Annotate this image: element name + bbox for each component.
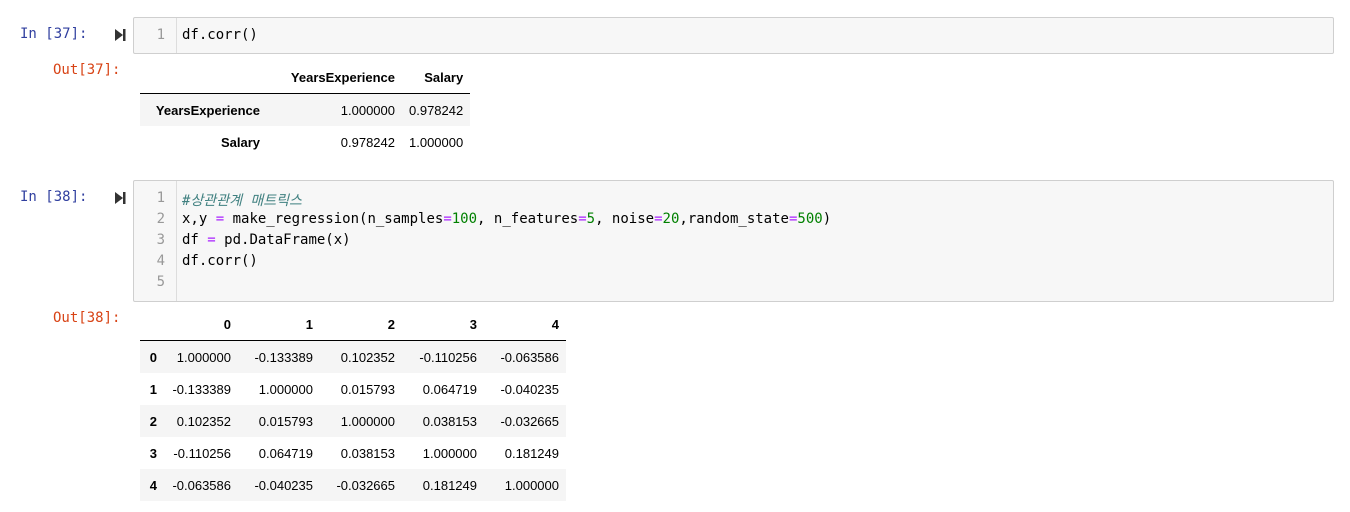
line-number: 3 xyxy=(156,232,165,248)
input-prompt: In [37]: xyxy=(20,26,88,42)
table-row: Salary 0.978242 1.000000 xyxy=(140,126,470,158)
table-cell: 0.102352 xyxy=(340,349,395,365)
line-number: 4 xyxy=(156,253,165,269)
table-cell: 0.181249 xyxy=(422,477,477,493)
line-number: 2 xyxy=(156,211,165,227)
row-label: 4 xyxy=(149,477,157,493)
table-cell: -0.032665 xyxy=(336,477,395,493)
row-label: 0 xyxy=(149,349,157,365)
dataframe-output-table: YearsExperience Salary YearsExperience 1… xyxy=(140,62,471,158)
table-cell: 0.064719 xyxy=(258,445,313,461)
line-number: 1 xyxy=(156,190,165,206)
table-cell: 1.000000 xyxy=(409,134,464,150)
table-cell: 0.038153 xyxy=(340,445,395,461)
table-cell: 0.015793 xyxy=(258,413,313,429)
table-cell: 0.978242 xyxy=(409,102,464,118)
table-cell: 0.978242 xyxy=(340,134,395,150)
table-cell: 0.015793 xyxy=(340,381,395,397)
run-cell-icon[interactable] xyxy=(113,191,127,205)
output-prompt: Out[37]: xyxy=(53,62,121,78)
table-cell: 1.000000 xyxy=(504,477,559,493)
column-header: 0 xyxy=(164,309,238,341)
column-header: 1 xyxy=(238,309,320,341)
code-comment[interactable]: #상관관계 매트릭스 xyxy=(182,190,302,210)
line-number: 5 xyxy=(156,274,165,290)
table-cell: -0.133389 xyxy=(254,349,313,365)
index-header xyxy=(140,62,267,94)
table-cell: 1.000000 xyxy=(176,349,231,365)
table-row: 0 1.000000 -0.133389 0.102352 -0.110256 … xyxy=(140,340,566,373)
output-prompt: Out[38]: xyxy=(53,310,121,326)
table-row: YearsExperience 1.000000 0.978242 xyxy=(140,93,471,126)
table-row: 4 -0.063586 -0.040235 -0.032665 0.181249… xyxy=(140,469,566,501)
table-cell: 0.038153 xyxy=(422,413,477,429)
code-line[interactable]: df = pd.DataFrame(x) xyxy=(182,232,351,248)
table-cell: -0.040235 xyxy=(500,381,559,397)
line-number: 1 xyxy=(156,27,165,43)
row-label: 2 xyxy=(149,413,157,429)
table-cell: -0.040235 xyxy=(254,477,313,493)
table-cell: -0.110256 xyxy=(173,445,231,461)
code-cell[interactable]: 1 df.corr() xyxy=(133,17,1334,54)
table-cell: 0.181249 xyxy=(504,445,559,461)
table-cell: -0.063586 xyxy=(500,349,559,365)
column-header: 3 xyxy=(402,309,484,341)
table-cell: 1.000000 xyxy=(340,413,395,429)
table-row: 2 0.102352 0.015793 1.000000 0.038153 -0… xyxy=(140,405,566,437)
row-label: 1 xyxy=(149,381,157,397)
table-cell: 1.000000 xyxy=(340,102,395,118)
index-header xyxy=(140,309,164,341)
table-header-row: 0 1 2 3 4 xyxy=(140,309,566,341)
row-label: 3 xyxy=(149,445,157,461)
input-prompt: In [38]: xyxy=(20,189,88,205)
table-row: 3 -0.110256 0.064719 0.038153 1.000000 0… xyxy=(140,437,566,469)
table-row: 1 -0.133389 1.000000 0.015793 0.064719 -… xyxy=(140,373,566,405)
table-cell: -0.133389 xyxy=(172,381,231,397)
column-header: YearsExperience xyxy=(267,62,402,94)
run-cell-icon[interactable] xyxy=(113,28,127,42)
column-header: 4 xyxy=(484,309,566,341)
table-header-row: YearsExperience Salary xyxy=(140,62,471,94)
table-cell: 1.000000 xyxy=(422,445,477,461)
code-line[interactable]: df.corr() xyxy=(182,27,258,43)
column-header: Salary xyxy=(402,62,471,94)
code-line[interactable]: x,y = make_regression(n_samples=100, n_f… xyxy=(182,211,831,227)
row-label: YearsExperience xyxy=(155,102,260,118)
table-cell: -0.110256 xyxy=(419,349,477,365)
code-line[interactable]: df.corr() xyxy=(182,253,258,269)
table-cell: 0.102352 xyxy=(176,413,231,429)
table-cell: -0.032665 xyxy=(500,413,559,429)
column-header: 2 xyxy=(320,309,402,341)
dataframe-output-table: 0 1 2 3 4 0 1.000000 -0.133389 0.102352 … xyxy=(140,309,566,501)
table-cell: -0.063586 xyxy=(172,477,231,493)
code-cell[interactable]: 1 2 3 4 5 #상관관계 매트릭스 x,y = make_regressi… xyxy=(133,180,1334,302)
row-label: Salary xyxy=(220,134,260,150)
table-cell: 1.000000 xyxy=(258,381,313,397)
table-cell: 0.064719 xyxy=(422,381,477,397)
